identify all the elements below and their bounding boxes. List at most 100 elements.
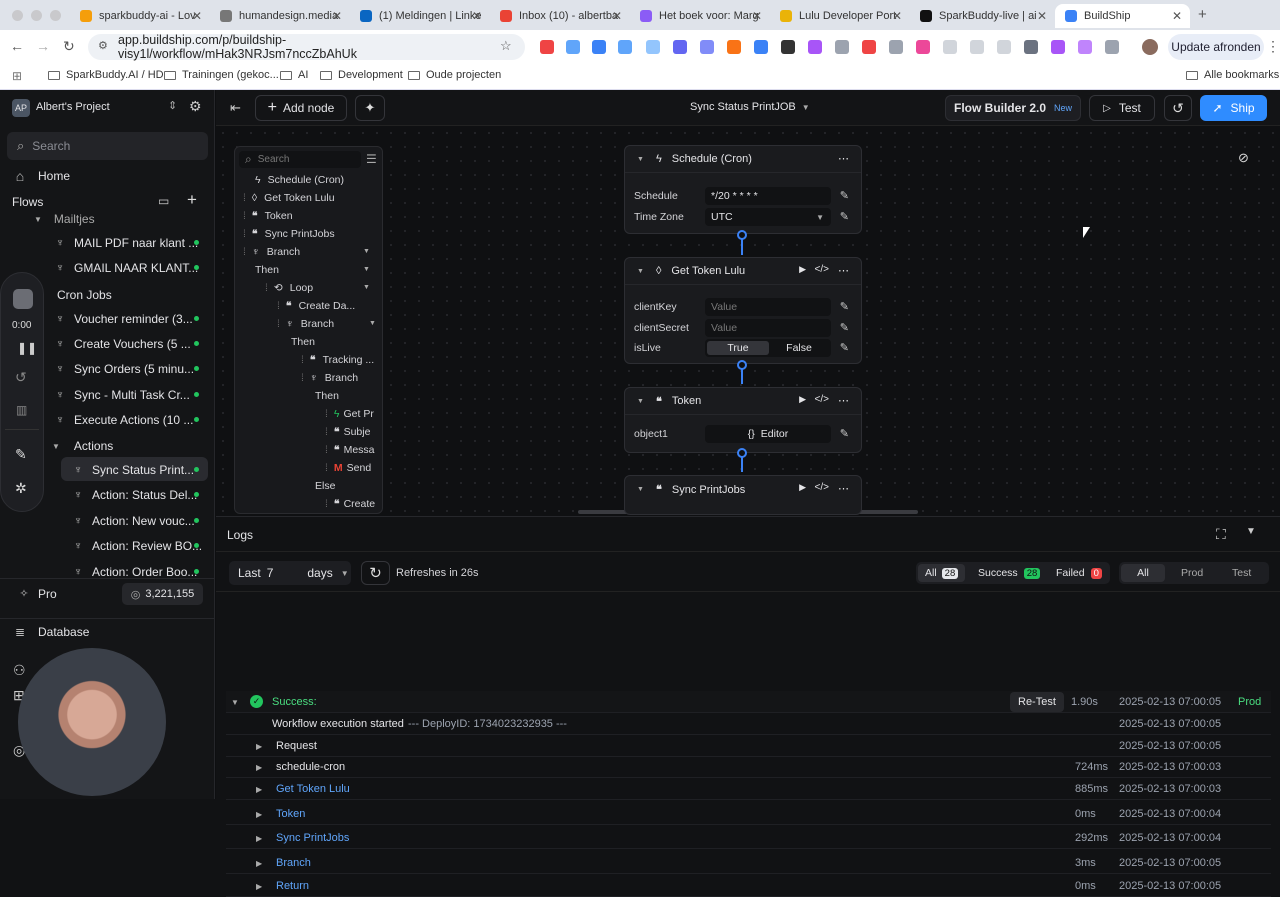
chevron-down-icon[interactable]: ▼ <box>231 698 239 707</box>
flow-item[interactable]: ♆ MAIL PDF naar klant ... <box>54 236 198 250</box>
extension-icon[interactable] <box>673 40 687 54</box>
drag-handle-icon[interactable]: ⁞ <box>301 372 304 384</box>
effects-icon[interactable]: ✲ <box>15 480 27 497</box>
tree-node[interactable]: ⁞ ❝ Messa <box>325 444 375 456</box>
log-step-row[interactable]: ▶ Request 2025-02-13 07:00:05 <box>226 735 1271 757</box>
drag-handle-icon[interactable]: ⁞ <box>325 444 328 456</box>
edit-pencil-icon[interactable]: ✎ <box>840 300 849 313</box>
bookmark-folder[interactable]: Trainingen (gekoc... <box>164 69 279 81</box>
time-range-select[interactable]: Last 7 days ▼ <box>229 561 351 585</box>
islive-toggle[interactable]: True False <box>705 339 831 357</box>
draw-pen-icon[interactable]: ✎ <box>15 446 27 463</box>
tree-node[interactable]: ⁞ ♆ Branch <box>301 372 358 384</box>
tree-node[interactable]: ⁞ M Send <box>325 462 371 474</box>
tree-node[interactable]: ⁞ ♆ Branch <box>277 318 334 330</box>
browser-menu-icon[interactable]: ⋮ <box>1266 38 1280 55</box>
browser-tab[interactable]: Inbox (10) - albertba ✕ <box>490 4 630 28</box>
clientsecret-input[interactable]: Value <box>705 319 831 337</box>
refresh-button[interactable]: ↻ <box>361 561 390 585</box>
flow-item[interactable]: ♆ Action: Status Del... <box>72 488 198 502</box>
address-bar[interactable]: ⚙ app.buildship.com/p/buildship-visy1l/w… <box>88 33 525 61</box>
object-editor-button[interactable]: {} Editor <box>705 425 831 443</box>
filter-failed[interactable]: Failed 0 <box>1056 564 1102 582</box>
window-close-button[interactable] <box>12 10 23 21</box>
log-summary-row[interactable]: ▼ ✓ Success: Re-Test 1.90s 2025-02-13 07… <box>226 691 1271 713</box>
tree-node[interactable]: ⁞ ♆ Branch <box>243 246 300 258</box>
chevron-down-icon[interactable]: ▼ <box>637 398 644 405</box>
reload-icon[interactable]: ↻ <box>63 38 75 55</box>
drag-handle-icon[interactable]: ⁞ <box>301 354 304 366</box>
close-tab-icon[interactable]: ✕ <box>892 9 902 23</box>
extension-icon[interactable] <box>1078 40 1092 54</box>
all-bookmarks[interactable]: Alle bookmarks <box>1186 69 1279 81</box>
extension-icon[interactable] <box>997 40 1011 54</box>
drag-handle-icon[interactable]: ⁞ <box>265 282 268 294</box>
window-zoom-button[interactable] <box>50 10 61 21</box>
browser-tab-active[interactable]: BuildShip ✕ <box>1055 4 1190 28</box>
close-tab-icon[interactable]: ✕ <box>192 9 202 23</box>
bookmark-folder[interactable]: SparkBuddy.AI / HD <box>48 69 164 81</box>
retest-button[interactable]: Re-Test <box>1010 692 1064 712</box>
new-tab-icon[interactable]: + <box>1198 6 1207 23</box>
drag-handle-icon[interactable]: ⁞ <box>277 318 280 330</box>
tree-node[interactable]: ⁞ ❝ Create <box>325 498 375 510</box>
log-step-row[interactable]: ▶ Token 0ms 2025-02-13 07:00:04 <box>226 803 1271 825</box>
extension-icon[interactable] <box>754 40 768 54</box>
close-tab-icon[interactable]: ✕ <box>1037 9 1047 23</box>
extension-icon[interactable] <box>727 40 741 54</box>
chevron-right-icon[interactable]: ▶ <box>256 859 262 868</box>
clientkey-input[interactable]: Value <box>705 298 831 316</box>
add-flow-icon[interactable]: + <box>187 190 197 210</box>
filter-all[interactable]: All 28 <box>918 564 965 582</box>
chevron-right-icon[interactable]: ▶ <box>256 763 262 772</box>
flow-item[interactable]: ♆ Create Vouchers (5 ... <box>54 337 191 351</box>
extension-icon[interactable] <box>646 40 660 54</box>
edit-pencil-icon[interactable]: ✎ <box>840 321 849 334</box>
extension-icon[interactable] <box>943 40 957 54</box>
more-options-icon[interactable]: ⋯ <box>838 152 849 165</box>
drag-handle-icon[interactable]: ⁞ <box>277 300 280 312</box>
tree-node[interactable]: ⁞ ⟲ Loop <box>265 282 313 294</box>
sidebar-item-home[interactable]: ⌂ Home <box>14 169 70 183</box>
more-options-icon[interactable]: ⋯ <box>838 482 849 495</box>
bookmark-star-icon[interactable]: ☆ <box>500 38 512 54</box>
drag-handle-icon[interactable]: ⁞ <box>243 192 246 204</box>
toggle-false[interactable]: False <box>769 342 829 354</box>
env-test[interactable]: Test <box>1232 567 1251 579</box>
browser-tab[interactable]: Lulu Developer Port ✕ <box>770 4 910 28</box>
extension-icon[interactable] <box>970 40 984 54</box>
extension-icon[interactable] <box>700 40 714 54</box>
collapse-tree-icon[interactable]: ☰ <box>366 152 377 166</box>
extension-icon[interactable] <box>540 40 554 54</box>
flow-item-selected[interactable]: ♆ Sync Status Print... <box>72 463 194 477</box>
folder-actions[interactable]: ▼ Actions <box>52 439 113 453</box>
test-button[interactable]: ▷ Test <box>1089 95 1155 121</box>
drag-handle-icon[interactable]: ⁞ <box>243 210 246 222</box>
drag-handle-icon[interactable]: ⁞ <box>325 426 328 438</box>
project-switcher-icon[interactable]: ⇕ <box>168 99 177 112</box>
code-icon[interactable]: </> <box>815 482 829 493</box>
code-icon[interactable]: </> <box>815 264 829 275</box>
extension-icon[interactable] <box>1051 40 1065 54</box>
env-all[interactable]: All <box>1121 564 1165 582</box>
flow-item[interactable]: ♆ Voucher reminder (3... <box>54 312 193 326</box>
tree-search[interactable]: ⌕ Search <box>239 151 361 168</box>
credits-badge[interactable]: ◎ 3,221,155 <box>122 583 203 605</box>
extension-icon[interactable] <box>916 40 930 54</box>
filter-success[interactable]: Success 28 <box>978 564 1041 582</box>
extension-icon[interactable] <box>592 40 606 54</box>
flow-item[interactable]: ♆ Action: Order Boo... <box>72 565 198 579</box>
chevron-down-icon[interactable]: ▼ <box>637 156 644 163</box>
bookmark-folder[interactable]: Development <box>320 69 403 81</box>
workflow-name[interactable]: Sync Status PrintJOB ▼ <box>690 101 810 115</box>
drag-handle-icon[interactable]: ⁞ <box>243 228 246 240</box>
log-step-row[interactable]: ▶ Get Token Lulu 885ms 2025-02-13 07:00:03 <box>226 778 1271 800</box>
drag-handle-icon[interactable]: ⁞ <box>243 246 246 258</box>
close-tab-icon[interactable]: ✕ <box>472 9 482 23</box>
settings-gear-icon[interactable]: ⚙ <box>189 98 202 115</box>
chevron-right-icon[interactable]: ▶ <box>256 785 262 794</box>
tree-node[interactable]: ⁞ ❝ Subje <box>325 426 370 438</box>
browser-tab[interactable]: Het boek voor: Marg ✕ <box>630 4 770 28</box>
timezone-select[interactable]: UTC ▼ <box>705 208 831 226</box>
toggle-sidebar-icon[interactable]: ⇤ <box>230 100 241 116</box>
